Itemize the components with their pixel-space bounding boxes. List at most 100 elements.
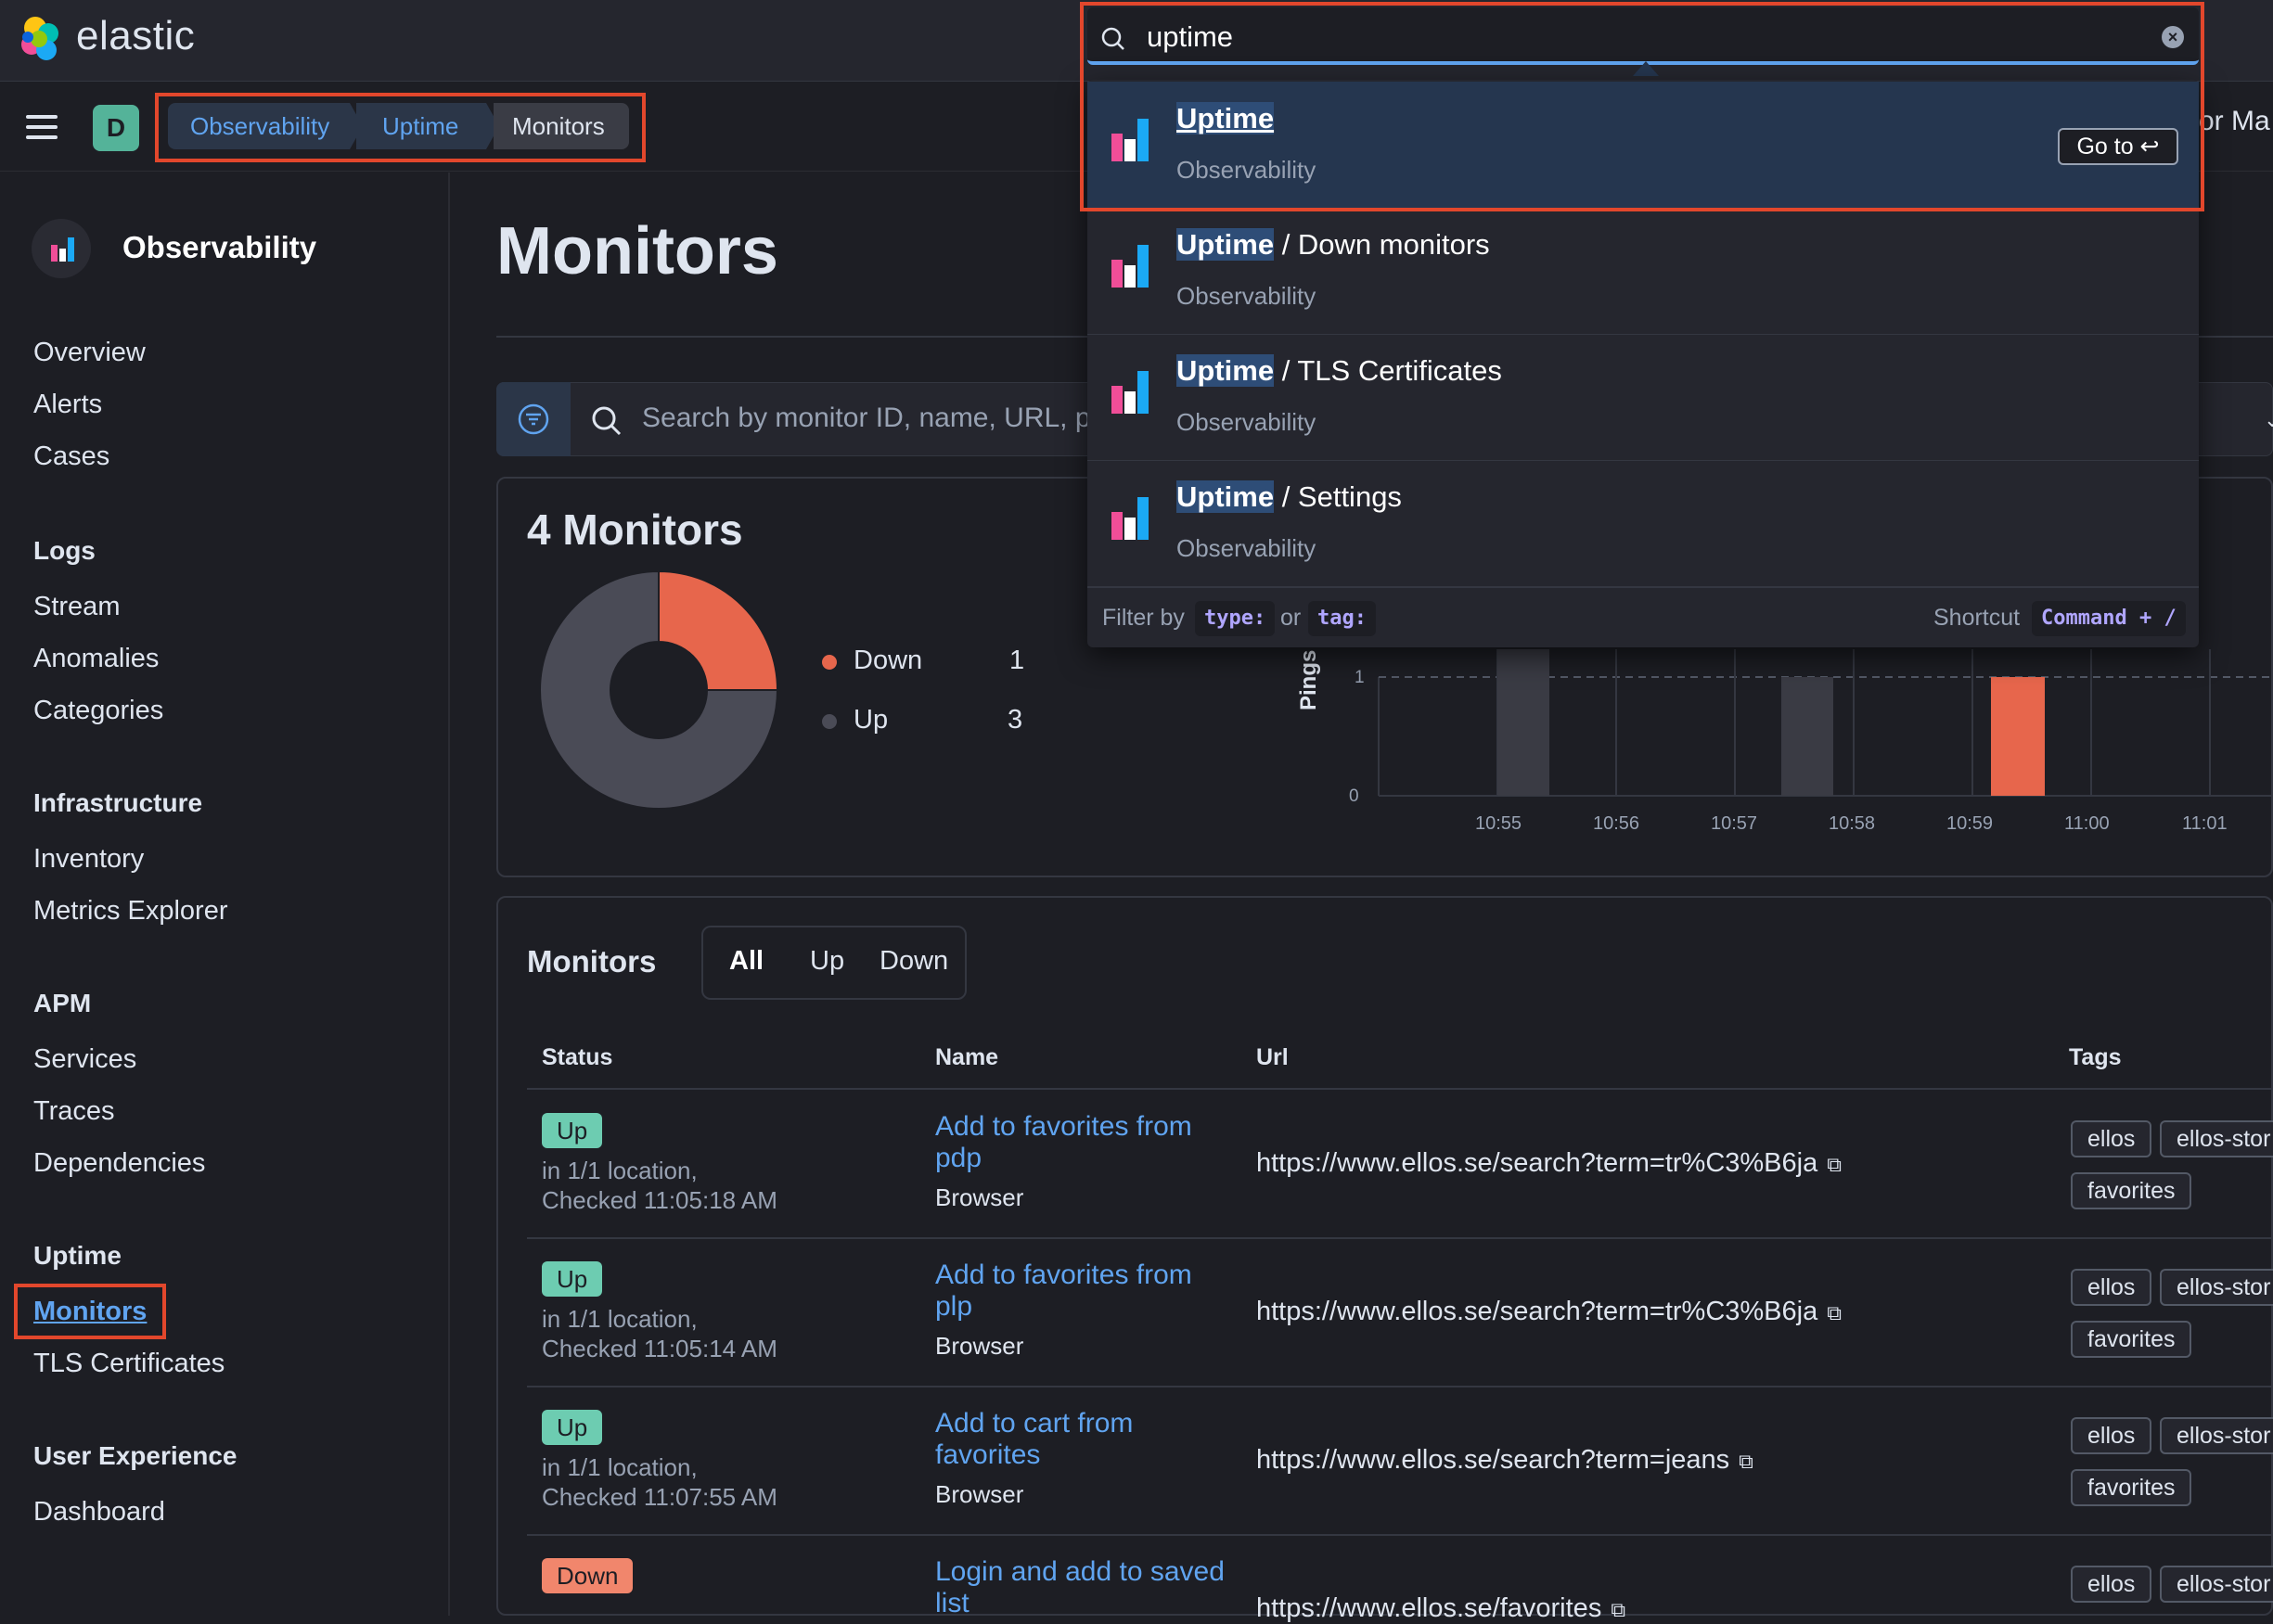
tag[interactable]: ellos-stor [2160,1566,2273,1603]
filter-up-button[interactable]: Up [810,946,844,977]
sidebar-item-dashboard[interactable]: Dashboard [33,1497,165,1528]
menu-toggle-icon[interactable] [26,115,58,139]
url-text: https://www.ellos.se/search?term=tr%C3%B… [1256,1148,1818,1178]
location-text: in 1/1 location, [542,1305,698,1333]
space-avatar[interactable]: D [93,105,139,151]
sidebar-item-traces[interactable]: Traces [33,1096,115,1127]
tag[interactable]: favorites [2071,1172,2192,1209]
divider [527,1237,2273,1239]
histogram-bar-up [1781,677,1833,796]
elastic-logo-icon[interactable] [17,15,65,63]
monitor-url-link[interactable]: https://www.ellos.se/search?term=tr%C3%B… [1256,1148,1842,1179]
monitors-table-title: Monitors [527,944,657,978]
result-subtitle: Observability [1176,534,1316,562]
column-header-status[interactable]: Status [542,1044,612,1071]
monitor-name-link[interactable]: Add to favorites from pdp [935,1111,1232,1174]
tag[interactable]: ellos [2071,1566,2152,1603]
result-subtitle: Observability [1176,282,1316,310]
result-title: Uptime / TLS Certificates [1176,354,1502,387]
filter-down-button[interactable]: Down [880,946,948,977]
url-text: https://www.ellos.se/favorites [1256,1593,1602,1623]
sidebar-item-overview[interactable]: Overview [33,338,146,368]
tag[interactable]: ellos [2071,1120,2152,1157]
monitor-url-link[interactable]: https://www.ellos.se/search?term=jeans ⧉ [1256,1445,1753,1476]
monitor-name-link[interactable]: Add to cart from favorites [935,1408,1232,1471]
status-donut-chart [539,569,779,810]
y-tick-label: 0 [1349,786,1359,806]
column-header-tags[interactable]: Tags [2069,1044,2122,1071]
x-tick-label: 10:59 [1946,813,1993,834]
sidebar-item-alerts[interactable]: Alerts [33,390,102,420]
sidebar-item-inventory[interactable]: Inventory [33,844,144,875]
tag[interactable]: ellos-stor [2160,1120,2273,1157]
filter-all-button[interactable]: All [729,946,764,977]
filter-by-label: Filter by [1102,605,1185,631]
divider [527,1386,2273,1387]
url-text: https://www.ellos.se/search?term=tr%C3%B… [1256,1297,1818,1326]
active-item-highlight-frame [14,1284,166,1339]
chevron-down-icon[interactable]: ⌄ [2264,408,2273,432]
divider [527,1534,2273,1536]
monitor-url-link[interactable]: https://www.ellos.se/search?term=tr%C3%B… [1256,1297,1842,1327]
sidebar-section-apm: APM [33,989,92,1017]
legend-label-down: Down [854,646,923,675]
vertical-gridlines [1496,649,2211,796]
legend-label-up: Up [854,705,889,735]
histogram-bar-down [1991,677,2045,796]
legend-dot-down [822,655,837,670]
y-tick-label: 1 [1355,668,1365,687]
sidebar-item-stream[interactable]: Stream [33,592,120,622]
header-action-label[interactable]: or Ma [2199,106,2270,137]
observability-app-icon [1111,497,1149,540]
sidebar-item-cases[interactable]: Cases [33,441,109,472]
location-text: in 1/1 location, [542,1157,698,1184]
tag[interactable]: ellos [2071,1417,2152,1454]
search-highlight-frame [1080,2,2204,211]
or-label: or [1280,605,1302,631]
sidebar-item-anomalies[interactable]: Anomalies [33,644,159,674]
monitor-url-link[interactable]: https://www.ellos.se/favorites ⧉ [1256,1593,1625,1624]
page-title: Monitors [496,214,778,288]
tag[interactable]: ellos-stor [2160,1417,2273,1454]
histogram-bar-up [1497,649,1549,796]
sidebar-section-infrastructure: Infrastructure [33,788,203,817]
tag[interactable]: favorites [2071,1321,2192,1358]
url-text: https://www.ellos.se/search?term=jeans [1256,1445,1730,1475]
sidebar-item-tls-certificates[interactable]: TLS Certificates [33,1349,225,1379]
divider [1087,334,2199,335]
monitor-type: Browser [935,1480,1024,1508]
external-link-icon: ⧉ [1611,1598,1626,1621]
search-input[interactable]: Search by monitor ID, name, URL, po [642,403,1106,434]
sidebar-item-services[interactable]: Services [33,1044,136,1075]
monitor-name-link[interactable]: Add to favorites from plp [935,1260,1232,1323]
column-header-url[interactable]: Url [1256,1044,1289,1071]
legend-value-up: 3 [1008,705,1023,735]
filter-icon [518,403,549,435]
monitor-name-link[interactable]: Login and add to saved list [935,1556,1232,1619]
shortcut-hint: Command + / [2032,601,2186,636]
sidebar-item-dependencies[interactable]: Dependencies [33,1148,205,1179]
sidebar-item-categories[interactable]: Categories [33,696,163,726]
status-badge: Down [542,1558,634,1593]
filter-button[interactable] [496,382,571,456]
sidebar-item-metrics-explorer[interactable]: Metrics Explorer [33,896,228,927]
tag-filter-hint: tag: [1308,601,1376,636]
tag[interactable]: favorites [2071,1469,2192,1506]
sidebar-title: Observability [122,230,317,264]
status-badge: Up [542,1410,603,1445]
shortcut-label: Shortcut [1933,605,2021,631]
legend-dot-up [822,714,837,729]
divider [1087,460,2199,461]
x-tick-label: 10:56 [1593,813,1639,834]
tag[interactable]: ellos-stor [2160,1269,2273,1306]
observability-app-icon [1111,245,1149,288]
sidebar-section-user-experience: User Experience [33,1441,238,1470]
monitor-type: Browser [935,1332,1024,1360]
x-tick-label: 10:58 [1829,813,1875,834]
observability-icon [51,237,74,262]
column-header-name[interactable]: Name [935,1044,998,1071]
x-tick-label: 11:00 [2064,813,2110,834]
tag[interactable]: ellos [2071,1269,2152,1306]
external-link-icon: ⧉ [1827,1153,1842,1176]
observability-app-icon [1111,371,1149,414]
